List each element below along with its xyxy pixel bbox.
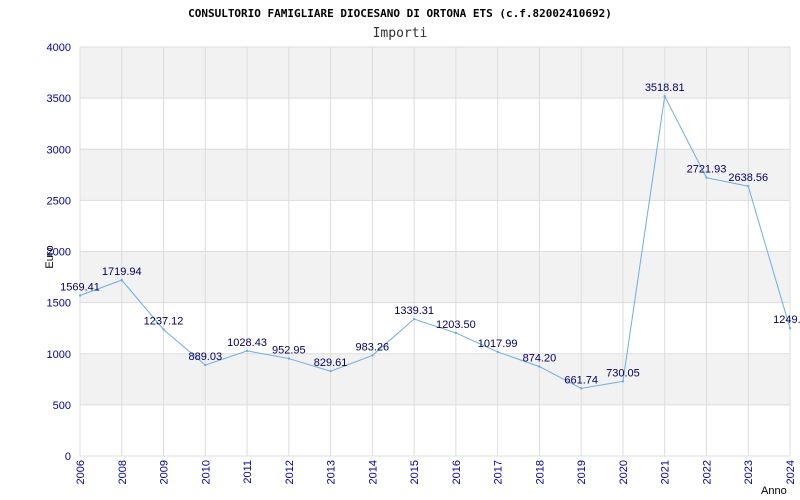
data-label: 1237.12 [144, 316, 184, 328]
y-tick-label: 3500 [47, 93, 71, 105]
data-label: 1203.50 [436, 319, 476, 331]
data-points [78, 95, 792, 390]
data-label: 1028.43 [227, 337, 267, 349]
x-tick-label: 2019 [576, 460, 588, 484]
data-point [538, 365, 541, 368]
series-line [79, 94, 791, 389]
y-tick-label: 0 [65, 451, 71, 463]
x-tick-label: 2006 [75, 460, 87, 484]
data-point [747, 185, 750, 188]
x-tick-label: 2024 [785, 460, 797, 484]
x-tick-label: 2010 [200, 460, 212, 484]
data-point [454, 331, 458, 335]
x-tick-label: 2021 [660, 460, 672, 484]
data-point [371, 354, 374, 357]
y-tick-label: 500 [53, 400, 71, 412]
y-tick-label: 1000 [47, 349, 71, 361]
data-label: 1339.31 [394, 305, 434, 317]
x-tick-label: 2022 [701, 460, 713, 484]
data-label: 2721.93 [687, 164, 727, 176]
data-point [412, 317, 416, 321]
data-point [204, 363, 207, 367]
x-axis-ticks: 2006 2008 2009 2010 2011 2012 2013 2014 2015 2016… [75, 460, 797, 484]
plot-band [80, 353, 790, 405]
x-tick-label: 2016 [451, 460, 463, 484]
y-axis-label: Euro [44, 245, 56, 268]
data-label: 1719.94 [102, 266, 142, 278]
data-point [120, 278, 123, 282]
x-tick-label: 2020 [618, 460, 630, 484]
x-tick-label: 2012 [284, 460, 296, 484]
x-tick-label: 2023 [743, 460, 755, 484]
data-point [245, 349, 249, 353]
plot-background-bands [80, 47, 790, 405]
y-tick-label: 3000 [47, 144, 71, 156]
x-tick-label: 2018 [534, 460, 546, 484]
data-label: 2638.56 [728, 172, 768, 184]
data-label: 730.05 [606, 367, 640, 379]
x-tick-label: 2015 [409, 460, 421, 484]
data-point [579, 387, 583, 390]
plot-band [80, 251, 790, 303]
data-point [162, 328, 165, 331]
data-point [287, 357, 291, 360]
data-point [663, 95, 666, 98]
data-label: 983.26 [356, 341, 390, 353]
data-label: 3518.81 [645, 82, 685, 94]
y-tick-label: 1500 [47, 298, 71, 310]
data-label: 952.95 [272, 345, 306, 357]
data-point [329, 369, 332, 373]
data-point [78, 294, 82, 297]
data-point [705, 176, 708, 179]
data-labels: 1569.411719.94 1237.12 889.03 1028.43 952.95… [60, 82, 800, 386]
data-point [788, 327, 792, 330]
data-label: 889.03 [188, 351, 222, 363]
chart-subtitle: Importi [373, 26, 428, 41]
line-chart: CONSULTORIO FAMIGLIARE DIOCESANO DI ORTO… [44, 7, 800, 497]
data-point [496, 350, 499, 354]
data-label: 874.20 [523, 353, 557, 365]
data-point [621, 380, 625, 383]
data-label: 661.74 [564, 374, 598, 386]
x-tick-label: 2014 [367, 460, 379, 484]
plot-band [80, 149, 790, 201]
x-tick-label: 2017 [493, 460, 505, 484]
data-label: 829.61 [314, 357, 348, 369]
chart-title: CONSULTORIO FAMIGLIARE DIOCESANO DI ORTO… [188, 7, 612, 20]
data-label: 1569.41 [60, 282, 100, 294]
data-label: 1017.99 [478, 338, 518, 350]
y-tick-label: 4000 [47, 42, 71, 54]
data-label: 1249.7 [773, 314, 800, 326]
y-tick-label: 2500 [47, 195, 71, 207]
x-tick-label: 2009 [159, 460, 171, 484]
x-tick-label: 2008 [117, 460, 129, 484]
x-axis-label: Anno [761, 485, 787, 497]
x-tick-label: 2011 [242, 460, 254, 484]
x-tick-label: 2013 [326, 460, 338, 484]
